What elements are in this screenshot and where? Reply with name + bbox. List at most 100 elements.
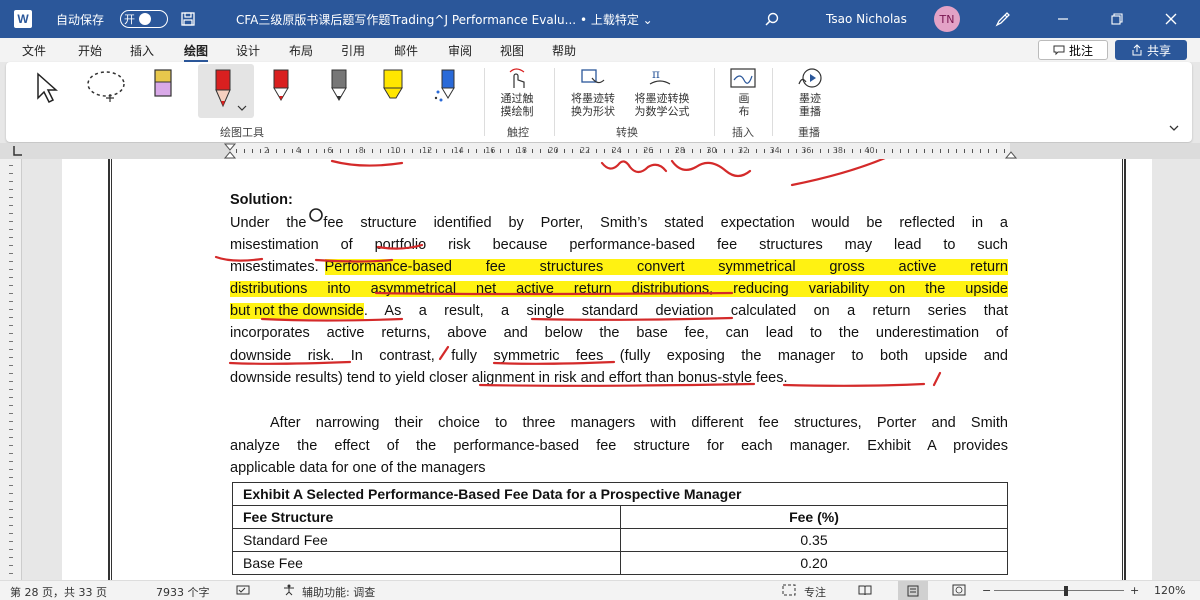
ruler-tick-label: 2 <box>264 146 270 155</box>
column-header-fee-structure: Fee Structure <box>232 505 621 529</box>
highlighted-text: Performance-based fee structures convert… <box>324 259 1008 275</box>
collapse-ribbon-chevron-icon[interactable] <box>1168 122 1180 137</box>
zoom-slider-handle[interactable] <box>1064 586 1068 596</box>
fee-label: Base Fee <box>232 551 621 575</box>
ink-underline <box>260 317 404 322</box>
indent-marker-icon[interactable] <box>224 143 236 159</box>
share-button[interactable]: 共享 <box>1115 40 1187 60</box>
ink-to-math-button[interactable]: 将墨迹转换 为数学公式 <box>626 92 698 118</box>
ink-to-math-icon[interactable]: π <box>646 66 674 93</box>
avatar[interactable]: TN <box>934 0 960 38</box>
comment-icon <box>1053 45 1065 56</box>
ink-stroke-top <box>330 159 404 167</box>
pencil-gray-icon[interactable] <box>324 66 354 104</box>
tab-home[interactable]: 开始 <box>78 42 102 59</box>
document-title[interactable]: CFA三级原版书课后题写作题Trading^J Performance Eval… <box>236 0 716 38</box>
page-border-right <box>1122 159 1126 580</box>
ribbon-separator <box>554 68 555 136</box>
tab-design[interactable]: 设计 <box>236 42 260 59</box>
user-name[interactable]: Tsao Nicholas <box>826 0 907 38</box>
eraser-icon[interactable] <box>148 66 178 104</box>
ink-handwriting <box>600 160 668 174</box>
tab-help[interactable]: 帮助 <box>552 42 576 59</box>
search-icon[interactable] <box>764 0 780 38</box>
tab-view[interactable]: 视图 <box>500 42 524 59</box>
accessibility-status[interactable]: 辅助功能: 调查 <box>302 584 375 600</box>
right-indent-marker-icon[interactable] <box>1005 143 1017 159</box>
proofing-icon[interactable] <box>236 584 250 599</box>
tab-layout[interactable]: 布局 <box>289 42 313 59</box>
solution-line-8: downside results) tend to yield closer a… <box>230 370 788 386</box>
exhibit-title: Exhibit A Selected Performance-Based Fee… <box>232 482 1008 506</box>
ruler-tick-label: 14 <box>453 146 464 155</box>
menu-bar: 文件 开始 插入 绘图 设计 布局 引用 邮件 审阅 视图 帮助 <box>0 38 1200 62</box>
ruler-tick-label: 32 <box>738 146 749 155</box>
ruler-tick-label: 30 <box>706 146 717 155</box>
solution-line-3: misestimates. Performance-based fee stru… <box>230 259 1008 275</box>
restore-icon[interactable] <box>1110 0 1124 38</box>
tab-insert[interactable]: 插入 <box>130 42 154 59</box>
highlighted-text: but not the downside <box>230 303 364 319</box>
ruler-tick-label: 36 <box>801 146 812 155</box>
solution-line-6: incorporates active returns, above and b… <box>230 325 1008 341</box>
select-arrow-icon[interactable] <box>32 70 68 109</box>
touch-draw-button[interactable]: 通过触 摸绘制 <box>494 92 540 118</box>
ink-replay-icon[interactable] <box>796 66 824 93</box>
word-count[interactable]: 7933 个字 <box>156 584 210 600</box>
title-bar: W 自动保存 开 CFA三级原版书课后题写作题Trading^J Perform… <box>0 0 1200 38</box>
solution-line-7: downside risk. In contrast, fully symmet… <box>230 348 1008 364</box>
autosave-toggle[interactable]: 开 <box>120 0 168 38</box>
tab-file[interactable]: 文件 <box>22 42 46 59</box>
comments-button[interactable]: 批注 <box>1038 40 1108 60</box>
table-title-row: Exhibit A Selected Performance-Based Fee… <box>232 482 1008 506</box>
highlighter-yellow-icon[interactable] <box>378 66 408 104</box>
ribbon-separator <box>772 68 773 136</box>
close-icon[interactable] <box>1164 0 1178 38</box>
ink-replay-button[interactable]: 墨迹 重播 <box>796 92 824 118</box>
tab-review[interactable]: 审阅 <box>448 42 472 59</box>
solution-line-2: misestimation of portfolio risk because … <box>230 237 1008 253</box>
save-icon[interactable] <box>180 0 196 38</box>
zoom-level[interactable]: 120% <box>1154 584 1185 597</box>
document-page[interactable]: Solution: Under the fee structure identi… <box>62 159 1152 580</box>
touch-draw-icon[interactable] <box>504 66 530 93</box>
web-layout-icon[interactable] <box>952 584 966 599</box>
drawing-tools-group-label: 绘图工具 <box>220 126 264 139</box>
pen-settings-icon[interactable] <box>994 0 1012 38</box>
touch-group-label: 触控 <box>507 126 529 139</box>
zoom-in-button[interactable]: + <box>1130 584 1139 597</box>
drawing-canvas-button[interactable]: 画布 <box>732 92 756 118</box>
share-icon <box>1132 44 1142 56</box>
minimize-icon[interactable] <box>1056 0 1070 38</box>
replay-group-label: 重播 <box>798 126 820 139</box>
tab-stop-icon[interactable] <box>10 143 26 159</box>
pen-red-selected[interactable] <box>198 64 254 118</box>
tab-draw[interactable]: 绘图 <box>184 42 209 62</box>
ruler-tick-label: 34 <box>769 146 780 155</box>
zoom-out-button[interactable]: − <box>982 584 991 597</box>
solution-line-1: Under the fee structure identified by Po… <box>230 215 1008 231</box>
focus-icon[interactable] <box>782 584 796 599</box>
ink-to-shape-button[interactable]: 将墨迹转 换为形状 <box>562 92 624 118</box>
tab-mailings[interactable]: 邮件 <box>394 42 418 59</box>
horizontal-ruler[interactable]: 2 4 6 8 10 12 14 16 18 20 22 24 26 28 30 32 34 36 38 40 <box>0 143 1200 159</box>
print-layout-icon[interactable] <box>898 581 928 600</box>
lasso-select-icon[interactable] <box>84 68 128 111</box>
drawing-canvas-icon[interactable] <box>728 66 758 93</box>
ruler-tick-label: 20 <box>548 146 559 155</box>
ink-handwriting <box>670 159 752 178</box>
accessibility-icon[interactable] <box>282 584 296 599</box>
ruler-tick-label: 38 <box>832 146 843 155</box>
pen-red-icon[interactable] <box>266 66 296 104</box>
vertical-ruler[interactable] <box>0 159 22 580</box>
solution-line-4: distributions into asymmetrical net acti… <box>230 281 1008 297</box>
focus-mode-button[interactable]: 专注 <box>804 584 826 600</box>
ribbon-separator <box>714 68 715 136</box>
tab-references[interactable]: 引用 <box>341 42 365 59</box>
convert-group-label: 转换 <box>616 126 638 139</box>
zoom-slider[interactable] <box>994 590 1124 591</box>
ink-to-shape-icon[interactable] <box>578 66 606 93</box>
read-mode-icon[interactable] <box>858 584 872 599</box>
galaxy-pen-blue-icon[interactable] <box>432 66 462 104</box>
page-count[interactable]: 第 28 页，共 33 页 <box>10 584 107 600</box>
